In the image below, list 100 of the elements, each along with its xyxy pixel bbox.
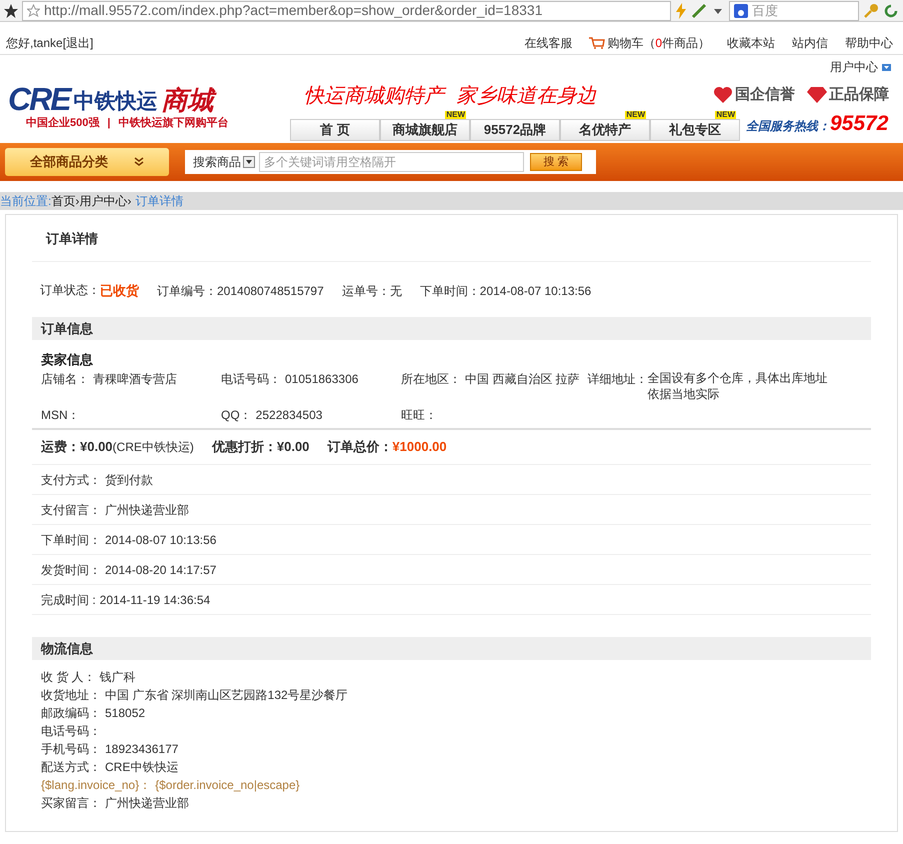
field-value: 2014-08-20 14:17:57 (105, 562, 216, 578)
field-label: 配送方式： (41, 759, 101, 776)
field-label: 详细地址： (588, 370, 648, 388)
logo-tagline: 中国企业500强 (26, 116, 100, 131)
breadcrumb-link[interactable]: 首页› (51, 192, 80, 210)
field-value: 钱广科 (100, 669, 136, 686)
field-value: {$order.invoice_no|escape} (155, 777, 300, 794)
top-link[interactable]: 帮助中心 (845, 34, 893, 52)
dropdown-icon (243, 156, 255, 168)
nav-tab[interactable]: 首 页 (290, 119, 380, 141)
caret-icon (882, 64, 891, 70)
top-link[interactable]: 在线客服 (524, 34, 572, 52)
field-label: QQ： (221, 406, 252, 424)
field-label: 优惠打折： (212, 438, 277, 456)
logo-tagline: 中铁快运旗下网购平台 (118, 116, 228, 131)
hotline-label: 全国服务热线： (746, 118, 830, 134)
field-label: 收 货 人： (41, 669, 96, 686)
field-value: 无 (390, 283, 402, 300)
category-button[interactable]: 全部商品分类 (5, 148, 169, 176)
section-title: 订单详情 (46, 230, 98, 248)
field-label: 电话号码： (221, 370, 281, 388)
field-label: 运费： (41, 438, 80, 456)
separator-text: | (107, 116, 110, 131)
field-label: 完成时间 : (41, 592, 96, 608)
hotline-number: 95572 (830, 110, 888, 136)
field-label: 电话号码： (41, 723, 101, 740)
search-button[interactable]: 搜 索 (530, 153, 582, 171)
field-label: 发货时间： (41, 562, 101, 578)
field-value: 2522834503 (256, 406, 322, 424)
greeting-text: 您好,tanke (6, 35, 63, 52)
field-label: MSN： (41, 406, 80, 424)
section-header: 物流信息 (32, 637, 871, 660)
field-value: 518052 (105, 705, 146, 722)
status-text: 已收货 (100, 282, 139, 300)
address-bar[interactable]: http://mall.95572.com/index.php?act=member&op=show_order&order_id=18331 (22, 0, 671, 20)
field-label: 支付留言： (41, 502, 101, 518)
field-value: 2014080748515797 (217, 283, 324, 300)
user-center-link[interactable]: 用户中心 (830, 58, 878, 76)
field-value: 中国 西藏自治区 拉萨 (465, 370, 580, 388)
diamond-icon (807, 86, 827, 104)
star-icon[interactable] (4, 4, 18, 18)
subsection-title: 卖家信息 (41, 351, 94, 369)
field-value: ¥0.00 (80, 438, 113, 456)
field-value: 广州快递营业部 (105, 795, 189, 812)
field-label: {$lang.invoice_no}： (41, 777, 152, 794)
nav-tab[interactable]: 95572品牌 (470, 119, 560, 141)
field-label: 支付方式： (41, 472, 101, 488)
field-value: 全国设有多个仓库，具体出库地址依据当地实际 (648, 370, 828, 402)
field-value: 18923436177 (105, 741, 178, 758)
key-icon[interactable] (863, 2, 879, 18)
nav-tab[interactable]: 礼包专区 (650, 119, 740, 141)
new-badge: NEW (715, 111, 736, 119)
breadcrumb-current: 订单详情 (135, 193, 184, 210)
field-value: CRE中铁快运 (105, 759, 178, 776)
heart-icon (713, 86, 733, 104)
breadcrumb-label: 当前位置: (0, 193, 52, 210)
chevron-icon (134, 157, 144, 167)
nav-tab[interactable]: 名优特产 (560, 119, 650, 141)
field-label: 运单号： (342, 283, 390, 300)
field-label: 下单时间： (41, 532, 101, 548)
field-value: 中国 广东省 深圳南山区艺园路132号星沙餐厅 (105, 687, 348, 704)
field-label: 邮政编码： (41, 705, 101, 722)
field-value: 01051863306 (285, 370, 358, 388)
star-outline-icon[interactable] (27, 4, 40, 17)
field-label: 订单总价： (327, 438, 392, 456)
url-text: http://mall.95572.com/index.php?act=member&op=show_order&order_id=18331 (44, 2, 542, 20)
refresh-icon[interactable] (883, 2, 899, 18)
field-label: 收货地址： (41, 687, 101, 704)
guarantee-text: 正品保障 (829, 84, 889, 105)
field-label: 订单编号： (157, 283, 217, 300)
field-label: 所在地区： (401, 370, 461, 388)
new-badge: NEW (445, 111, 466, 119)
nav-tab[interactable]: 商城旗舰店 (380, 119, 470, 141)
search-field[interactable]: 多个关键词请用空格隔开 (259, 152, 524, 172)
field-value: 货到付款 (105, 472, 153, 488)
cart-link[interactable]: 购物车（0件商品） (589, 34, 710, 52)
field-value: 2014-08-07 10:13:56 (480, 283, 592, 300)
guarantee-text: 国企信誉 (735, 84, 795, 105)
field-value: ¥0.00 (276, 438, 310, 456)
field-label: 旺旺： (401, 406, 437, 424)
field-value: 2014-11-19 14:36:54 (100, 592, 210, 608)
logout-link[interactable]: [退出] (62, 34, 94, 52)
top-link[interactable]: 收藏本站 (727, 34, 775, 52)
field-label: 手机号码： (41, 741, 101, 758)
lightning-icon[interactable] (675, 2, 687, 18)
slogan-text: 快运商城购特产 家乡味道在身边 (303, 82, 597, 109)
field-value: 2014-08-07 10:13:56 (105, 532, 216, 548)
breadcrumb-link[interactable]: 用户中心› (79, 192, 132, 210)
top-link[interactable]: 站内信 (792, 34, 828, 52)
search-placeholder: 百度 (752, 2, 778, 20)
field-value: 广州快递营业部 (105, 502, 189, 518)
field-label: 店铺名： (41, 370, 89, 388)
field-label: 买家留言： (41, 795, 101, 812)
new-badge: NEW (625, 111, 646, 119)
section-header: 订单信息 (32, 317, 871, 340)
search-scope-dropdown[interactable]: 搜索商品 (193, 153, 255, 171)
field-value: 青稞啤酒专营店 (93, 370, 177, 388)
field-label: 下单时间： (420, 283, 480, 300)
field-note: (CRE中铁快运) (112, 439, 194, 456)
total-price: ¥1000.00 (392, 438, 447, 456)
